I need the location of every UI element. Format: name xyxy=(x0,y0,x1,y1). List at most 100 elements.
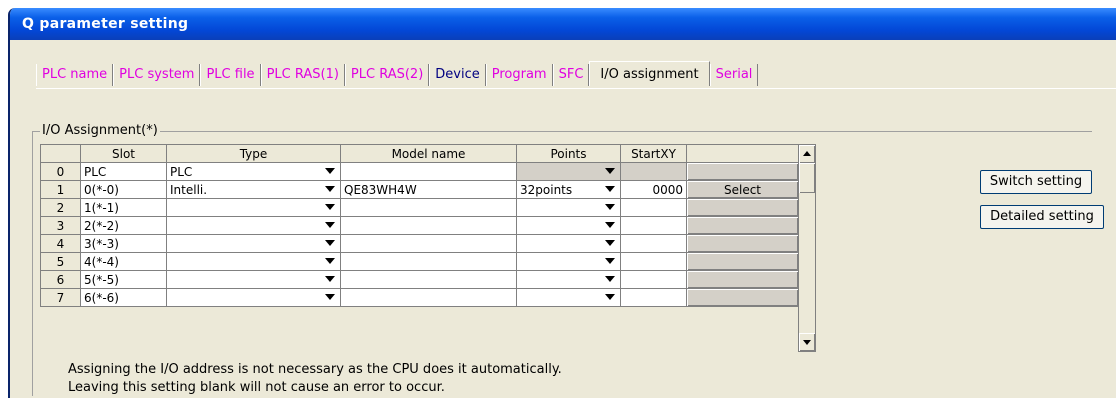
tab-device[interactable]: Device xyxy=(429,64,486,86)
model-name-cell[interactable] xyxy=(340,162,517,181)
select-button[interactable] xyxy=(686,252,799,271)
type-dropdown[interactable] xyxy=(166,234,341,253)
dropdown-arrow-icon[interactable] xyxy=(605,258,615,264)
tab-plc-name[interactable]: PLC name xyxy=(36,64,114,86)
points-dropdown[interactable] xyxy=(516,216,621,235)
type-dropdown[interactable] xyxy=(166,270,341,289)
select-button[interactable] xyxy=(686,288,799,307)
select-button[interactable] xyxy=(686,216,799,235)
type-dropdown[interactable] xyxy=(166,252,341,271)
dropdown-arrow-icon[interactable] xyxy=(605,168,615,174)
model-name-cell[interactable] xyxy=(340,270,517,289)
dropdown-arrow-icon[interactable] xyxy=(325,258,335,264)
dropdown-arrow-icon[interactable] xyxy=(605,240,615,246)
slot-cell[interactable]: 0(*-0) xyxy=(80,180,167,199)
slot-cell[interactable]: 1(*-1) xyxy=(80,198,167,217)
type-dropdown[interactable]: PLC xyxy=(166,162,341,181)
select-button[interactable] xyxy=(686,234,799,253)
tab-plc-ras1[interactable]: PLC RAS(1) xyxy=(260,64,345,86)
table-scrollbar[interactable] xyxy=(798,144,816,352)
slot-header: Slot xyxy=(80,144,167,163)
dropdown-arrow-icon[interactable] xyxy=(325,276,335,282)
points-dropdown[interactable] xyxy=(516,252,621,271)
startxy-cell[interactable] xyxy=(620,270,687,289)
startxy-cell[interactable] xyxy=(620,162,687,181)
startxy-cell[interactable] xyxy=(620,234,687,253)
type-dropdown[interactable] xyxy=(166,216,341,235)
points-dropdown[interactable] xyxy=(516,198,621,217)
type-dropdown[interactable] xyxy=(166,288,341,307)
model-name-cell[interactable] xyxy=(340,216,517,235)
startxy-cell[interactable] xyxy=(620,252,687,271)
startxy-cell[interactable]: 0000 xyxy=(620,180,687,199)
tab-plc-system[interactable]: PLC system xyxy=(113,64,201,86)
table-row: 5 4(*-4) xyxy=(40,252,799,271)
window-title: Q parameter setting xyxy=(10,8,1116,40)
dropdown-arrow-icon[interactable] xyxy=(325,294,335,300)
dropdown-arrow-icon[interactable] xyxy=(605,204,615,210)
scroll-up-button[interactable] xyxy=(799,145,815,163)
points-dropdown[interactable] xyxy=(516,234,621,253)
slot-cell[interactable]: 2(*-2) xyxy=(80,216,167,235)
slot-cell[interactable]: PLC xyxy=(80,162,167,181)
scroll-thumb[interactable] xyxy=(799,163,815,193)
dropdown-arrow-icon[interactable] xyxy=(325,222,335,228)
dropdown-arrow-icon[interactable] xyxy=(325,204,335,210)
select-button-text: Select xyxy=(723,182,762,197)
points-dropdown[interactable] xyxy=(516,162,621,181)
dropdown-arrow-icon[interactable] xyxy=(325,168,335,174)
dropdown-arrow-icon[interactable] xyxy=(605,186,615,192)
group-legend: I/O Assignment(*) xyxy=(40,123,160,138)
scroll-down-button[interactable] xyxy=(799,333,815,351)
row-number-header xyxy=(40,144,81,163)
tab-program[interactable]: Program xyxy=(485,64,553,86)
tab-sfc[interactable]: SFC xyxy=(552,64,590,86)
tab-serial[interactable]: Serial xyxy=(709,64,759,86)
row-number-text: 3 xyxy=(56,218,65,233)
select-button[interactable] xyxy=(686,162,799,181)
dropdown-arrow-icon[interactable] xyxy=(605,222,615,228)
tab-plc-ras2[interactable]: PLC RAS(2) xyxy=(344,64,430,86)
dropdown-arrow-icon[interactable] xyxy=(325,186,335,192)
points-dropdown[interactable]: 32points xyxy=(516,180,621,199)
model-name-cell[interactable] xyxy=(340,252,517,271)
tab-strip: PLC name PLC system PLC file PLC RAS(1) … xyxy=(36,61,759,86)
points-dropdown[interactable] xyxy=(516,288,621,307)
type-dropdown[interactable] xyxy=(166,198,341,217)
startxy-cell[interactable] xyxy=(620,288,687,307)
slot-cell[interactable]: 5(*-5) xyxy=(80,270,167,289)
model-name-cell[interactable]: QE83WH4W xyxy=(340,180,517,199)
slot-cell[interactable]: 3(*-3) xyxy=(80,234,167,253)
startxy-cell[interactable] xyxy=(620,198,687,217)
slot-cell-text: 0(*-0) xyxy=(84,182,119,197)
slot-cell[interactable]: 6(*-6) xyxy=(80,288,167,307)
dropdown-arrow-icon[interactable] xyxy=(605,276,615,282)
select-button[interactable]: Select xyxy=(686,180,799,199)
slot-cell[interactable]: 4(*-4) xyxy=(80,252,167,271)
slot-cell-text: 2(*-2) xyxy=(84,218,119,233)
switch-setting-button[interactable]: Switch setting xyxy=(980,170,1092,194)
type-dropdown[interactable]: Intelli. xyxy=(166,180,341,199)
detailed-setting-button[interactable]: Detailed setting xyxy=(980,205,1104,229)
points-dropdown[interactable] xyxy=(516,270,621,289)
tab-plc-file[interactable]: PLC file xyxy=(200,64,261,86)
points-dropdown-text: 32points xyxy=(520,182,573,197)
io-assignment-table: Slot Type Model name Points StartXY 0 PLC… xyxy=(40,144,799,307)
table-row: 6 5(*-5) xyxy=(40,270,799,289)
table-row: 2 1(*-1) xyxy=(40,198,799,217)
model-name-cell[interactable] xyxy=(340,234,517,253)
dropdown-arrow-icon[interactable] xyxy=(325,240,335,246)
select-button[interactable] xyxy=(686,198,799,217)
model-name-cell[interactable] xyxy=(340,198,517,217)
row-number: 5 xyxy=(40,252,81,271)
tab-io-assignment[interactable]: I/O assignment xyxy=(589,61,710,86)
tab-panel-border xyxy=(36,88,1116,89)
row-number-text: 4 xyxy=(56,236,65,251)
select-button[interactable] xyxy=(686,270,799,289)
type-dropdown-text: PLC xyxy=(170,164,193,179)
model-name-cell[interactable] xyxy=(340,288,517,307)
table-row: 0 PLC PLC xyxy=(40,162,799,181)
dropdown-arrow-icon[interactable] xyxy=(605,294,615,300)
model-name-header: Model name xyxy=(340,144,517,163)
startxy-cell[interactable] xyxy=(620,216,687,235)
